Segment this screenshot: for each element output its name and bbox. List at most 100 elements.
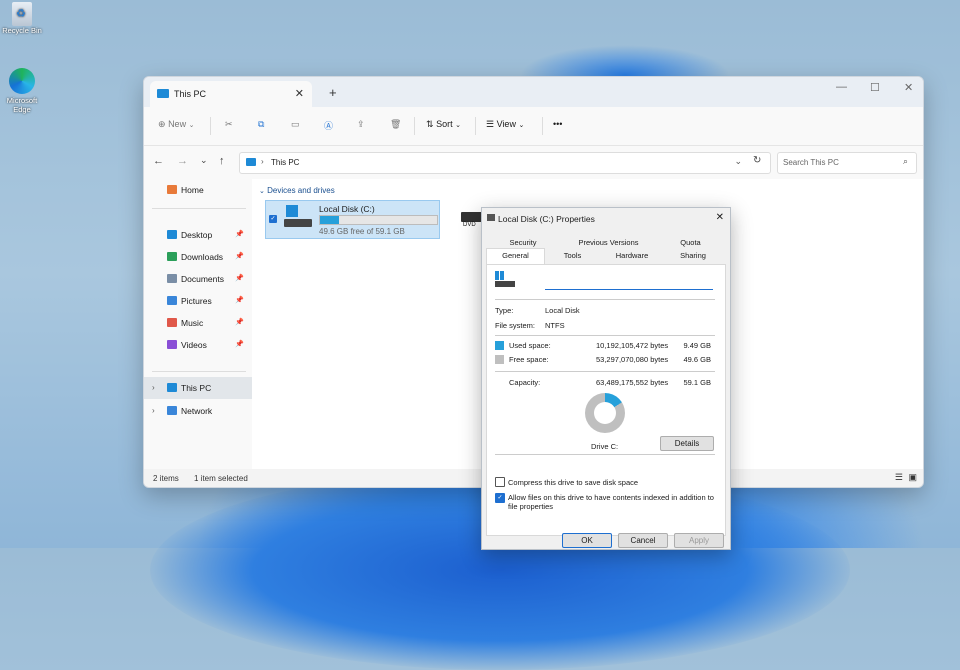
home-icon	[167, 185, 177, 194]
compress-checkbox[interactable]	[495, 477, 505, 487]
free-space-gb: 49.6 GB	[683, 355, 711, 364]
title-bar: This PC ✕ + — ☐ ✕	[144, 77, 923, 107]
new-label: New	[168, 119, 187, 129]
tab-previous-versions[interactable]: Previous Versions	[560, 238, 657, 247]
cut-button[interactable]: ✂	[225, 119, 233, 130]
share-icon: ⇪	[357, 119, 365, 129]
drive-usage-bar	[319, 215, 438, 225]
capacity-bytes: 63,489,175,552 bytes	[596, 378, 669, 387]
ok-button[interactable]: OK	[562, 533, 612, 548]
tab-hardware[interactable]: Hardware	[602, 251, 662, 260]
new-button[interactable]: ⊕ New ⌄	[158, 119, 194, 130]
sort-button[interactable]: ⇅ Sort ⌄	[426, 119, 461, 130]
view-icon: ☰	[486, 119, 495, 129]
tab-sharing[interactable]: Sharing	[663, 251, 723, 260]
maximize-button[interactable]: ☐	[870, 81, 880, 94]
divider	[152, 371, 246, 372]
cancel-button[interactable]: Cancel	[618, 533, 668, 548]
used-space-bytes: 10,192,105,472 bytes	[596, 341, 669, 350]
delete-button[interactable]: 🗑	[390, 119, 401, 130]
free-space-swatch	[495, 355, 504, 364]
search-icon: ⌕	[902, 156, 908, 166]
rename-icon: Ⓐ	[324, 121, 334, 131]
sidebar-item-label: Network	[181, 406, 213, 416]
new-tab-button[interactable]: +	[329, 85, 337, 100]
divider	[475, 117, 476, 135]
sidebar-item-network[interactable]: › Network	[144, 400, 252, 422]
drive-icon	[487, 214, 495, 221]
search-input[interactable]: Search This PC ⌕	[777, 152, 917, 174]
minimize-button[interactable]: —	[836, 81, 847, 93]
sidebar-item-documents[interactable]: Documents 📌	[144, 268, 252, 290]
recent-locations-button[interactable]: ⌄	[200, 155, 208, 166]
details-view-icon[interactable]: ☰	[895, 472, 903, 483]
command-bar: ⊕ New ⌄ ✂ ⧉ ▭ Ⓐ ⇪ 🗑 ⇅ Sort ⌄ ☰ View ⌄ ••…	[144, 107, 923, 146]
drive-icon	[495, 271, 515, 289]
group-header[interactable]: ⌄ Devices and drives	[259, 186, 335, 195]
rename-button[interactable]: Ⓐ	[324, 119, 333, 132]
address-bar[interactable]: › This PC ⌄	[239, 152, 771, 174]
tiles-view-icon[interactable]: ▣	[908, 472, 917, 483]
sidebar-item-downloads[interactable]: Downloads 📌	[144, 246, 252, 268]
sidebar-item-label: Downloads	[181, 252, 224, 262]
drive-usage-fill	[320, 216, 339, 224]
close-tab-icon[interactable]: ✕	[295, 87, 304, 100]
divider	[542, 117, 543, 135]
sidebar-item-pictures[interactable]: Pictures 📌	[144, 290, 252, 312]
sidebar-item-home[interactable]: Home	[144, 179, 252, 201]
index-checkbox[interactable]: ✓	[495, 493, 505, 503]
disk-usage-donut-chart	[585, 393, 625, 433]
this-pc-icon	[246, 158, 256, 166]
refresh-button[interactable]: ↻	[753, 155, 761, 166]
dialog-title: Local Disk (C:) Properties	[498, 214, 595, 224]
this-pc-icon	[167, 383, 177, 392]
close-window-button[interactable]: ✕	[904, 81, 913, 94]
apply-button[interactable]: Apply	[674, 533, 724, 548]
chevron-down-icon[interactable]: ⌄	[734, 156, 742, 167]
view-label: View	[496, 119, 516, 129]
general-tab-panel: Type: Local Disk File system: NTFS Used …	[486, 264, 726, 536]
details-button[interactable]: Details	[660, 436, 714, 451]
desktop-icon-edge[interactable]: Microsoft Edge	[0, 68, 44, 114]
divider	[495, 335, 715, 336]
sidebar-item-desktop[interactable]: Desktop 📌	[144, 224, 252, 246]
tab-security[interactable]: Security	[487, 238, 559, 247]
breadcrumb[interactable]: This PC	[271, 158, 299, 167]
pin-icon: 📌	[235, 341, 244, 348]
sidebar-item-videos[interactable]: Videos 📌	[144, 334, 252, 356]
tab-tools[interactable]: Tools	[544, 251, 601, 260]
share-button[interactable]: ⇪	[357, 119, 365, 130]
desktop-icon-recycle-bin[interactable]: ♻ Recycle Bin	[0, 2, 44, 35]
more-options-button[interactable]: •••	[553, 119, 562, 129]
recycle-bin-icon: ♻	[12, 2, 32, 26]
navigation-pane: Home Desktop 📌 Downloads 📌 Documents 📌 Picture…	[144, 179, 252, 469]
item-count: 2 items	[153, 474, 179, 483]
divider	[152, 208, 246, 209]
view-button[interactable]: ☰ View ⌄	[486, 119, 524, 130]
drive-name: Local Disk (C:)	[319, 204, 375, 214]
tab-this-pc[interactable]: This PC ✕	[150, 81, 312, 107]
drive-tile-c[interactable]: ✓ Local Disk (C:) 49.6 GB free of 59.1 G…	[265, 200, 440, 239]
paste-icon: ▭	[291, 119, 300, 129]
drive-name-field[interactable]	[545, 275, 713, 290]
sidebar-item-label: Videos	[181, 340, 207, 350]
checkbox[interactable]: ✓	[269, 215, 277, 223]
copy-button[interactable]: ⧉	[258, 119, 264, 130]
desktop-icon-label: Microsoft Edge	[6, 96, 38, 114]
sidebar-item-music[interactable]: Music 📌	[144, 312, 252, 334]
sidebar-item-this-pc[interactable]: › This PC	[144, 377, 252, 399]
pin-icon: 📌	[235, 319, 244, 326]
drive-free-text: 49.6 GB free of 59.1 GB	[319, 227, 405, 236]
up-button[interactable]: ↑	[219, 155, 225, 167]
network-icon	[167, 406, 177, 415]
tab-general[interactable]: General	[486, 248, 545, 264]
forward-button[interactable]: →	[177, 155, 188, 167]
file-system-label: File system:	[495, 321, 536, 330]
paste-button[interactable]: ▭	[291, 119, 300, 130]
tab-quota[interactable]: Quota	[658, 238, 723, 247]
back-button[interactable]: ←	[153, 155, 164, 167]
free-space-bytes: 53,297,070,080 bytes	[596, 355, 669, 364]
sidebar-item-label: This PC	[181, 383, 212, 393]
chevron-right-icon: ›	[152, 406, 155, 415]
close-dialog-button[interactable]: ✕	[716, 212, 724, 223]
